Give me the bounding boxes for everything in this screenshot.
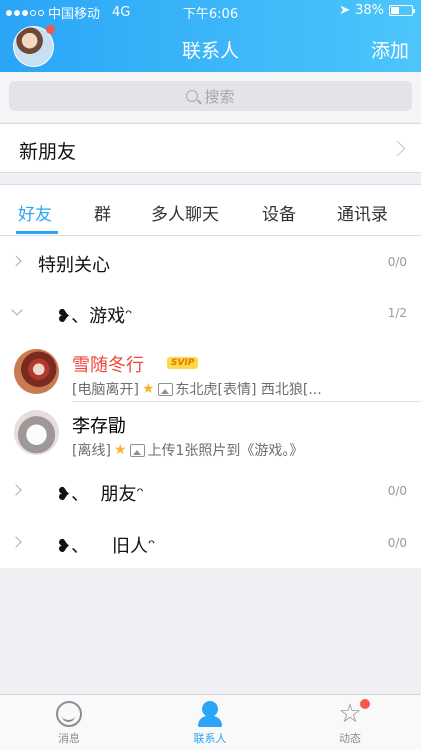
group-special-care[interactable]: 特别关心 0/0 <box>0 236 421 288</box>
battery-percent: 38% <box>355 3 384 18</box>
group-old-friends[interactable]: ❥、 旧人ᵔ 0/0 <box>0 517 421 569</box>
contact-message: 上传1张照片到《游戏。》 <box>147 443 304 459</box>
group-name: ❥、 朋友ᵔ <box>56 484 144 505</box>
status-bar: 中国移动 4G 下午6:06 ➤ 38% <box>0 0 421 22</box>
chevron-down-icon <box>11 304 23 316</box>
search-input[interactable]: 搜索 <box>9 81 412 111</box>
chevron-right-icon <box>10 536 22 548</box>
new-friends-label: 新朋友 <box>19 141 77 163</box>
tabbar-contacts[interactable]: 联系人 <box>170 701 250 746</box>
search-icon <box>186 90 199 102</box>
group-count: 0/0 <box>387 536 407 550</box>
contact-row[interactable]: 雪随冬行 SVIP [电脑离开] ★ 东北虎[表情] 西北狼[... <box>0 341 421 401</box>
search-bar: 搜索 <box>0 72 421 122</box>
tab-address-book[interactable]: 通讯录 <box>337 200 388 225</box>
location-arrow-icon: ➤ <box>339 3 351 18</box>
contact-status: [离线] <box>72 443 111 459</box>
new-friends-row[interactable]: 新朋友 <box>0 123 421 173</box>
contact-avatar <box>14 410 59 455</box>
group-name: ❥、 旧人ᵔ <box>56 536 156 557</box>
tabbar-label: 联系人 <box>193 732 227 745</box>
chevron-right-icon <box>10 255 22 267</box>
contacts-icon <box>197 701 223 727</box>
group-name: ❥、游戏ᵔ <box>56 306 133 327</box>
active-tab-indicator <box>16 231 58 234</box>
contact-row[interactable]: 李存勖 [离线] ★ 上传1张照片到《游戏。》 <box>0 402 421 462</box>
search-placeholder: 搜索 <box>204 87 235 106</box>
chevron-right-icon <box>10 484 22 496</box>
add-button[interactable]: 添加 <box>371 36 409 63</box>
nav-header: 中国移动 4G 下午6:06 ➤ 38% 联系人 添加 <box>0 0 421 72</box>
battery-icon <box>389 5 415 16</box>
tabbar-moments[interactable]: ☆ 动态 <box>310 699 390 746</box>
group-friends[interactable]: ❥、 朋友ᵔ 0/0 <box>0 465 421 517</box>
svip-badge: SVIP <box>167 357 199 369</box>
chat-bubble-icon <box>56 701 82 727</box>
group-count: 1/2 <box>387 306 407 320</box>
group-games[interactable]: ❥、游戏ᵔ 1/2 <box>0 287 421 339</box>
group-name: 特别关心 <box>38 255 110 276</box>
star-icon: ★ <box>113 442 127 458</box>
bottom-tab-bar: 消息 联系人 ☆ 动态 <box>0 694 421 750</box>
contact-status: [电脑离开] <box>72 382 139 398</box>
friend-list: 特别关心 0/0 ❥、游戏ᵔ 1/2 雪随冬行 SVIP [电脑离开] ★ 东北… <box>0 236 421 568</box>
notification-dot <box>360 699 370 709</box>
page-title: 联系人 <box>181 40 239 62</box>
group-count: 0/0 <box>387 255 407 269</box>
chevron-right-icon <box>389 140 406 157</box>
tabbar-label: 消息 <box>58 732 80 745</box>
contact-name: 李存勖 <box>72 416 126 437</box>
contact-message: 东北虎[表情] 西北狼[... <box>175 382 322 398</box>
tab-friends[interactable]: 好友 <box>18 200 52 225</box>
tabbar-label: 动态 <box>339 732 361 745</box>
tab-devices[interactable]: 设备 <box>262 200 296 225</box>
tab-groups[interactable]: 群 <box>94 200 111 225</box>
contact-tabs: 好友 群 多人聊天 设备 通讯录 <box>0 184 421 236</box>
image-icon <box>129 443 145 457</box>
tabbar-messages[interactable]: 消息 <box>29 701 109 746</box>
star-icon: ★ <box>141 381 155 397</box>
tab-multi-chat[interactable]: 多人聊天 <box>151 200 219 225</box>
group-count: 0/0 <box>387 484 407 498</box>
contact-name: 雪随冬行 <box>72 355 144 376</box>
image-icon <box>157 382 173 396</box>
notification-dot <box>46 25 55 34</box>
contact-avatar <box>14 349 59 394</box>
